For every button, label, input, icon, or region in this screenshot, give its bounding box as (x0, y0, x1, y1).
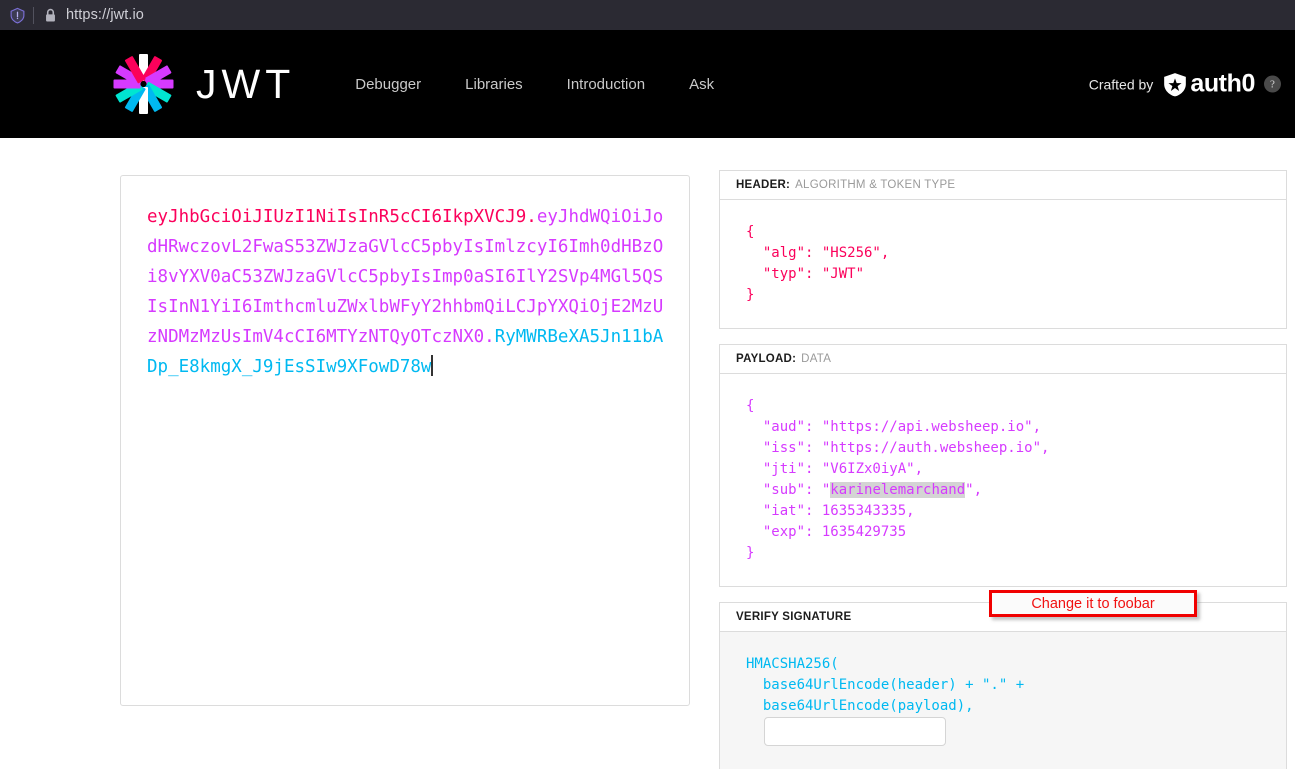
payload-claim-value: 1635343335 (821, 503, 907, 519)
payload-claim-key: "iss": (746, 440, 822, 456)
payload-claim-value: "https://auth.websheep.io" (821, 440, 1042, 456)
payload-claim-list: "aud": "https://api.websheep.io", "iss":… (746, 419, 1050, 540)
decoded-payload-json[interactable]: { "aud": "https://api.websheep.io", "iss… (720, 374, 1286, 586)
payload-claim-comma: , (914, 461, 924, 477)
nav-item-debugger[interactable]: Debugger (355, 76, 421, 93)
payload-close-brace: } (746, 545, 755, 561)
secret-input[interactable] (764, 717, 946, 746)
brand-logo[interactable]: JWT (112, 53, 295, 115)
crafted-by-block: Crafted by auth0 ? (1089, 70, 1281, 99)
payload-open-brace: { (746, 398, 755, 414)
payload-claim-key: "sub": (746, 482, 822, 498)
token-header-segment: eyJhbGciOiJIUzI1NiIsInR5cCI6IkpXVCJ9 (147, 207, 527, 227)
decoded-header-label: HEADER: ALGORITHM & TOKEN TYPE (720, 171, 1286, 200)
decoded-header-section: HEADER: ALGORITHM & TOKEN TYPE { "alg": … (719, 170, 1287, 329)
toolbar-divider (33, 6, 34, 24)
verify-signature-section: VERIFY SIGNATURE HMACSHA256( base64UrlEn… (719, 602, 1287, 769)
auth0-logo[interactable]: auth0 (1162, 70, 1255, 99)
main-navigation: Debugger Libraries Introduction Ask (355, 76, 714, 93)
payload-claim: "sub": "karinelemarchand", (746, 482, 982, 498)
payload-claim-value: "V6IZx0iyA" (821, 461, 915, 477)
encoded-token-text: eyJhbGciOiJIUzI1NiIsInR5cCI6IkpXVCJ9.eyJ… (147, 202, 665, 382)
payload-claim-key: "iat": (746, 503, 822, 519)
payload-claim-key: "aud": (746, 419, 822, 435)
payload-claim-value-selected[interactable]: karinelemarchand (830, 482, 966, 498)
brand-wordmark: JWT (196, 60, 296, 107)
encoded-token-input[interactable]: eyJhbGciOiJIUzI1NiIsInR5cCI6IkpXVCJ9.eyJ… (120, 175, 690, 706)
browser-toolbar: https://jwt.io (0, 0, 1295, 30)
payload-claim: "iat": 1635343335, (746, 503, 915, 519)
decoded-header-title: HEADER: (736, 179, 791, 191)
annotation-change-sub: Change it to foobar (989, 590, 1197, 617)
token-separator-2: . (484, 327, 495, 347)
section-gap-1 (719, 329, 1287, 344)
decoded-payload-title: PAYLOAD: (736, 353, 797, 365)
verify-signature-title: VERIFY SIGNATURE (736, 611, 852, 623)
payload-claim: "aud": "https://api.websheep.io", (746, 419, 1041, 435)
payload-claim: "iss": "https://auth.websheep.io", (746, 440, 1050, 456)
decoded-payload-subtitle: DATA (801, 353, 832, 365)
help-icon[interactable]: ? (1264, 75, 1281, 93)
payload-claim-key: "jti": (746, 461, 822, 477)
decoded-header-json[interactable]: { "alg": "HS256", "typ": "JWT" } (720, 200, 1286, 328)
decoded-payload-section: PAYLOAD: DATA { "aud": "https://api.webs… (719, 344, 1287, 587)
signature-formula: HMACSHA256( base64UrlEncode(header) + ".… (720, 632, 1286, 769)
shield-icon[interactable] (8, 6, 26, 24)
hmac-line-1: HMACSHA256( (746, 656, 839, 672)
payload-claim-comma: , (1032, 419, 1042, 435)
payload-claim-comma: , (973, 482, 983, 498)
nav-item-introduction[interactable]: Introduction (567, 76, 645, 93)
payload-claim-comma: , (906, 503, 915, 519)
token-separator-1: . (526, 207, 537, 227)
jwt-starburst-logo-icon (112, 53, 174, 115)
padlock-icon (43, 7, 57, 23)
payload-claim-quote: " (965, 482, 974, 498)
auth0-shield-icon (1164, 72, 1187, 96)
payload-claim-comma: , (1041, 440, 1050, 456)
hmac-line-2: base64UrlEncode(header) + "." + (762, 677, 1025, 693)
payload-claim-key: "exp": (746, 524, 822, 540)
hmac-line-3: base64UrlEncode(payload), (762, 698, 974, 714)
text-caret (431, 355, 433, 376)
nav-item-ask[interactable]: Ask (689, 76, 714, 93)
crafted-by-label: Crafted by (1088, 76, 1154, 92)
payload-claim-value: 1635429735 (821, 524, 907, 540)
decoded-header-subtitle: ALGORITHM & TOKEN TYPE (795, 179, 956, 191)
payload-claim: "exp": 1635429735 (746, 524, 906, 540)
token-payload-segment: eyJhdWQiOiJodHRwczovL2FwaS53ZWJzaGVlcC5p… (147, 207, 664, 347)
nav-item-libraries[interactable]: Libraries (465, 76, 523, 93)
payload-claim: "jti": "V6IZx0iyA", (746, 461, 923, 477)
decoded-panel: HEADER: ALGORITHM & TOKEN TYPE { "alg": … (719, 170, 1287, 769)
decoded-header-json-text: { "alg": "HS256", "typ": "JWT" } (746, 224, 890, 303)
auth0-wordmark: auth0 (1190, 69, 1255, 98)
debugger-content: eyJhbGciOiJIUzI1NiIsInR5cCI6IkpXVCJ9.eyJ… (0, 138, 1295, 769)
decoded-payload-label: PAYLOAD: DATA (720, 345, 1286, 374)
site-header: JWT Debugger Libraries Introduction Ask … (0, 30, 1295, 138)
payload-claim-value: "https://api.websheep.io" (821, 419, 1033, 435)
address-bar-url[interactable]: https://jwt.io (66, 7, 144, 23)
